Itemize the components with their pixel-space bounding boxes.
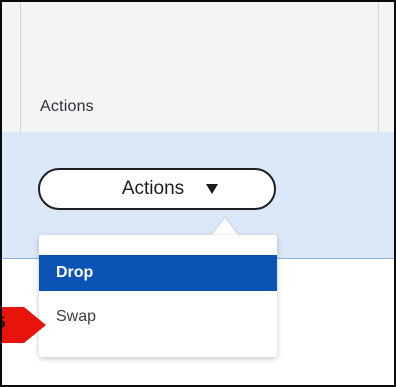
menu-pointer-arrow <box>212 218 238 235</box>
table-frame: Actions Actions Drop Swap 5 <box>0 0 396 387</box>
step-number-label: 5 <box>2 313 5 333</box>
menu-item-swap[interactable]: Swap <box>39 294 277 340</box>
actions-dropdown-button[interactable]: Actions <box>38 168 276 210</box>
menu-item-drop[interactable]: Drop <box>39 255 277 291</box>
column-header-actions: Actions <box>40 98 94 115</box>
actions-button-label: Actions <box>121 178 185 199</box>
step-arrow-shape <box>2 307 46 343</box>
caret-down-icon <box>206 184 219 194</box>
actions-dropdown-menu: Drop Swap <box>39 235 277 357</box>
step-arrow-icon <box>2 307 46 343</box>
